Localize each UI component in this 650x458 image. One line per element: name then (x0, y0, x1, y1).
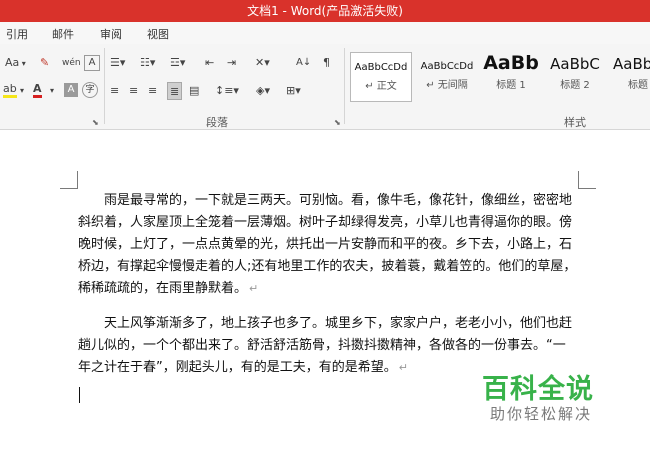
highlight-dropdown-icon[interactable]: ▾ (20, 82, 24, 100)
menu-references[interactable]: 引用 (6, 26, 28, 42)
menu-review[interactable]: 审阅 (100, 26, 122, 42)
highlighter-icon: ab (3, 82, 17, 95)
char-shading-button[interactable]: A (64, 83, 78, 97)
enclose-char-button[interactable]: 字 (82, 82, 98, 98)
paragraph-group-label: 段落 (206, 116, 228, 129)
ribbon: Aa ▾ ✎ wén A ab ▾ A ▾ A 字 ☰▾ ☷▾ ☲▾ ⇤ ⇥ ✕… (0, 44, 650, 130)
styles-group-label: 样式 (564, 116, 586, 129)
sort-button[interactable]: A↓ (296, 54, 311, 72)
paragraph-mark-icon: ↵ (398, 361, 408, 374)
menu-bar: 引用 邮件 审阅 视图 (0, 22, 650, 44)
menu-mailings[interactable]: 邮件 (52, 26, 74, 42)
style-heading-1[interactable]: AaBb 标题 1 (482, 52, 540, 102)
numbering-icon[interactable]: ☷▾ (140, 54, 155, 72)
style-normal[interactable]: AaBbCcDd ↵ 正文 (350, 52, 412, 102)
style-heading-2[interactable]: AaBbC 标题 2 (544, 52, 606, 102)
group-separator (344, 48, 345, 124)
increase-indent-icon[interactable]: ⇥ (227, 54, 236, 72)
sort-icon: A↓ (296, 57, 312, 68)
align-center-icon[interactable]: ≡ (129, 82, 138, 100)
body-paragraph-1[interactable]: 雨是最寻常的，一下就是三两天。可别恼。看，像牛毛，像花针，像细丝，密密地斜织着，… (78, 190, 578, 300)
group-separator (104, 48, 105, 124)
watermark-title: 百科全说 (482, 374, 594, 405)
chinese-layout-icon[interactable]: ✕▾ (255, 54, 270, 72)
paragraph-dialog-launcher-icon[interactable]: ⬊ (334, 118, 341, 127)
margin-corner-top-left (60, 171, 78, 189)
line-spacing-icon[interactable]: ↕≡▾ (215, 82, 239, 100)
paragraph-mark-icon: ↵ (249, 282, 259, 295)
multilevel-list-icon[interactable]: ☲▾ (170, 54, 185, 72)
watermark-subtitle: 助你轻松解决 (490, 405, 593, 423)
char-border-button[interactable]: A (84, 55, 100, 71)
phonetic-guide-button[interactable]: wén (62, 54, 81, 72)
font-color-button[interactable]: A (33, 82, 42, 98)
bullets-icon[interactable]: ☰▾ (110, 54, 125, 72)
text-cursor (79, 387, 80, 403)
menu-view[interactable]: 视图 (147, 26, 169, 42)
decrease-indent-icon[interactable]: ⇤ (205, 54, 214, 72)
shading-icon[interactable]: ◈▾ (256, 82, 270, 100)
font-dialog-launcher-icon[interactable]: ⬊ (92, 118, 99, 127)
show-marks-icon[interactable]: ¶ (323, 54, 330, 72)
margin-corner-top-right (578, 171, 596, 189)
style-no-spacing[interactable]: AaBbCcDd ↵ 无间隔 (416, 52, 478, 102)
align-right-icon[interactable]: ≡ (148, 82, 157, 100)
window-title: 文档1 - Word(产品激活失败) (247, 4, 403, 18)
style-title[interactable]: AaBb 标题 (610, 52, 650, 102)
justify-icon[interactable]: ≣ (167, 82, 183, 100)
distributed-icon[interactable]: ▤ (189, 82, 199, 100)
title-bar: 文档1 - Word(产品激活失败) (0, 0, 650, 22)
clear-format-icon[interactable]: ✎ (40, 54, 49, 72)
font-size-button[interactable]: Aa ▾ (5, 54, 26, 72)
align-left-icon[interactable]: ≡ (110, 82, 119, 100)
highlight-button[interactable]: ab (3, 82, 17, 98)
borders-icon[interactable]: ⊞▾ (286, 82, 301, 100)
font-color-dropdown-icon[interactable]: ▾ (50, 82, 54, 100)
font-color-icon: A (33, 82, 42, 95)
